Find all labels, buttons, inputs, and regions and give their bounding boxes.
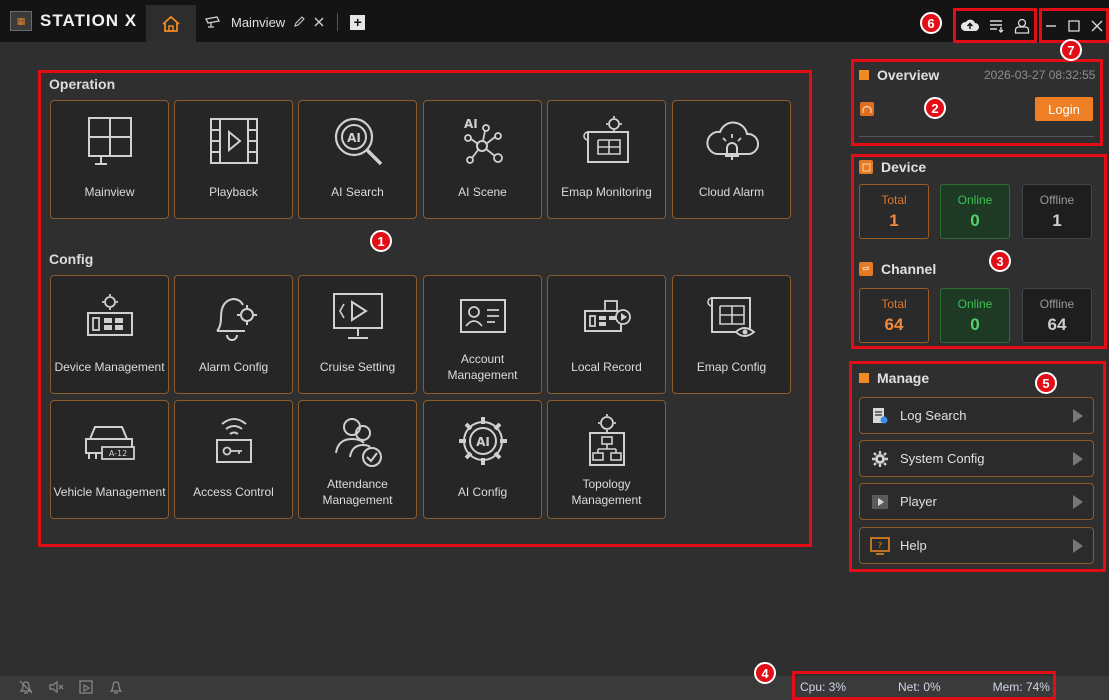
annotation-badge-1: 1 bbox=[370, 230, 392, 252]
annotation-badge-6: 6 bbox=[920, 12, 942, 34]
status-icons bbox=[18, 679, 124, 695]
annotation-badge-2: 2 bbox=[924, 97, 946, 119]
camera-icon bbox=[205, 16, 220, 28]
tab-mainview[interactable]: Mainview + bbox=[205, 11, 366, 33]
annotation-badge-5: 5 bbox=[1035, 372, 1057, 394]
close-tab-icon[interactable] bbox=[313, 16, 325, 28]
home-icon bbox=[162, 15, 180, 32]
notification-bell-icon[interactable] bbox=[108, 679, 124, 695]
add-tab-button[interactable]: + bbox=[350, 14, 366, 30]
logo-mark-icon: ▦ bbox=[10, 11, 32, 31]
mute-icon[interactable] bbox=[48, 679, 64, 695]
annotation-box-7 bbox=[1039, 8, 1109, 43]
edit-icon[interactable] bbox=[293, 16, 305, 28]
annotation-box-6 bbox=[953, 8, 1037, 43]
alarm-off-icon[interactable] bbox=[18, 679, 34, 695]
annotation-box-4 bbox=[792, 671, 1056, 700]
annotation-badge-4: 4 bbox=[754, 662, 776, 684]
tab-divider bbox=[337, 13, 339, 31]
home-tab[interactable] bbox=[146, 5, 196, 42]
annotation-box-1 bbox=[38, 70, 812, 547]
annotation-box-5 bbox=[849, 361, 1106, 572]
annotation-badge-7: 7 bbox=[1060, 39, 1082, 61]
title-bar: ▦ STATION X Mainview + bbox=[0, 0, 1109, 42]
annotation-box-2 bbox=[851, 59, 1103, 146]
app-name: STATION X bbox=[40, 11, 138, 30]
annotation-box-3 bbox=[851, 154, 1107, 349]
app-logo: ▦ STATION X bbox=[10, 10, 137, 32]
annotation-badge-3: 3 bbox=[989, 250, 1011, 272]
screenshot-icon[interactable] bbox=[78, 679, 94, 695]
tab-label: Mainview bbox=[231, 14, 286, 30]
